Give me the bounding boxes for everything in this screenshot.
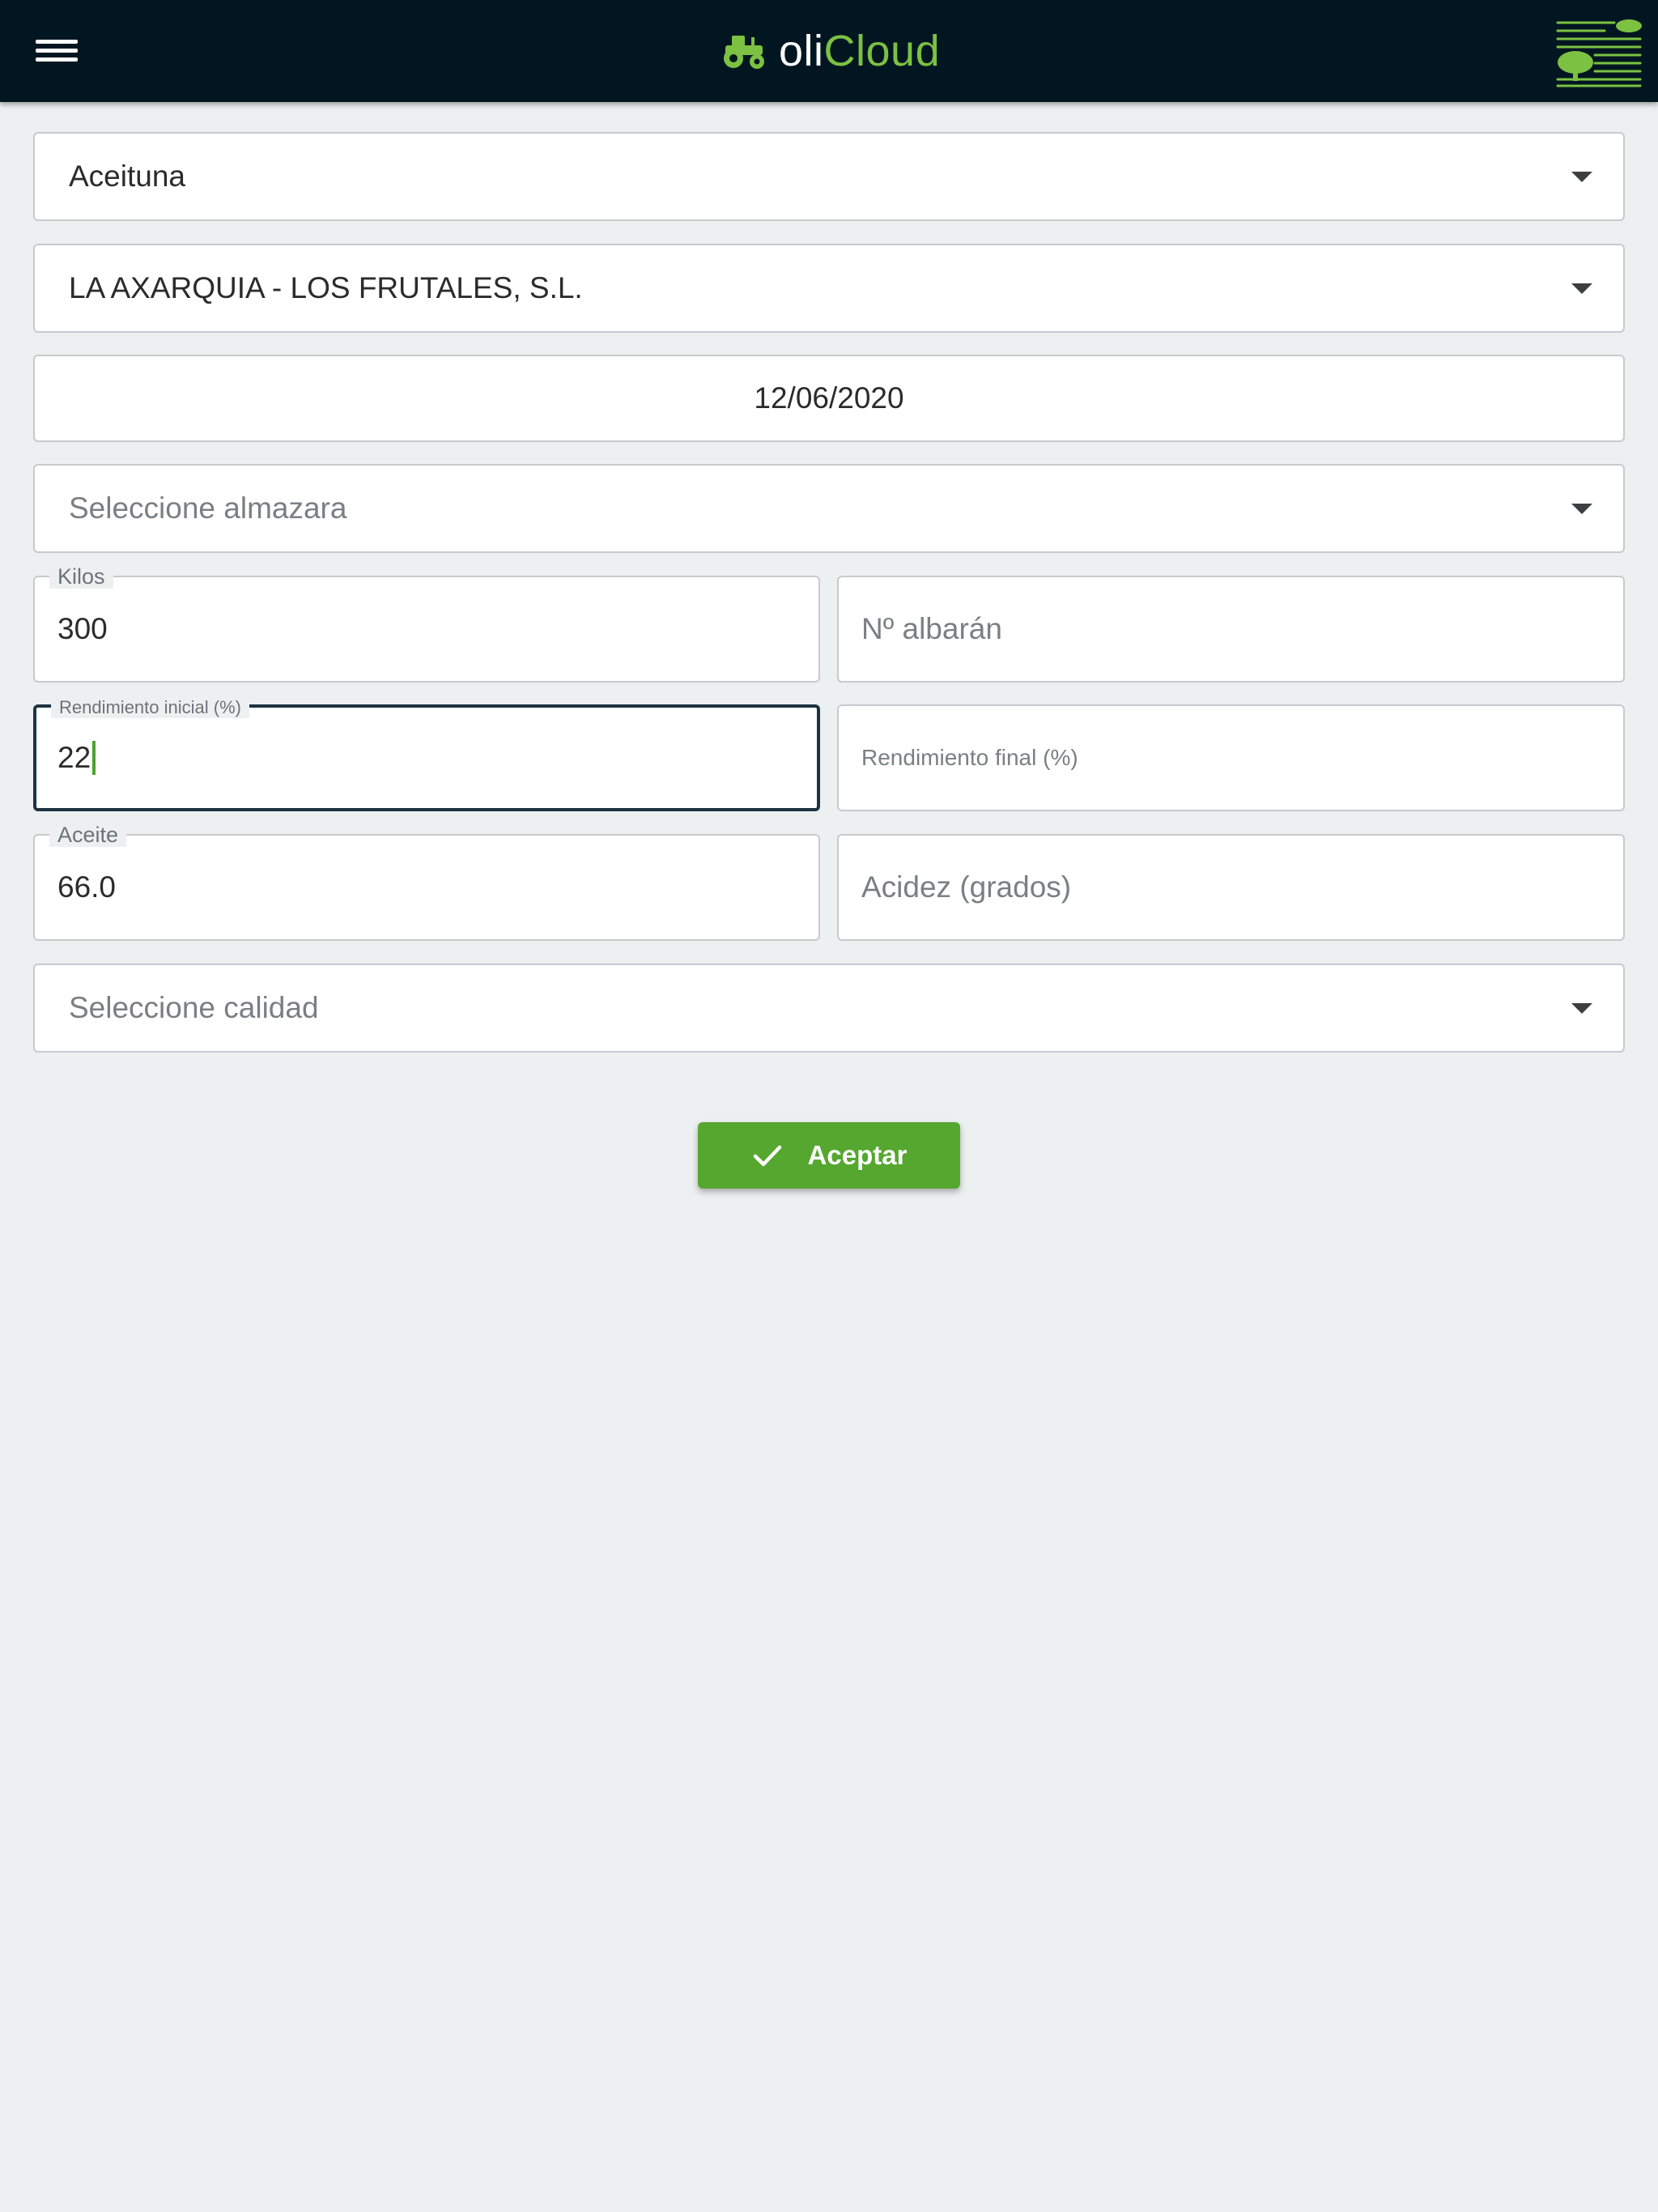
app-title-cloud: Cloud [823,27,941,75]
initial-yield-field[interactable]: Rendimiento inicial (%) 22 [33,697,820,811]
accept-button[interactable]: Aceptar [698,1122,960,1189]
chevron-down-icon [1571,1003,1592,1014]
company-select-value: LA AXARQUIA - LOS FRUTALES, S.L. [69,271,583,304]
delivery-note-placeholder: Nº albarán [861,612,1002,645]
check-icon [753,1145,781,1167]
kilos-value: 300 [57,612,108,645]
quality-select-placeholder: Seleccione calidad [69,991,319,1024]
acidity-placeholder: Acidez (grados) [861,870,1072,904]
product-select[interactable]: Aceituna [33,132,1625,221]
final-yield-field[interactable]: Rendimiento final (%) [837,704,1625,811]
date-field[interactable]: 12/06/2020 [33,355,1625,442]
initial-yield-value: 22 [57,741,91,774]
kilos-field[interactable]: Kilos 300 [33,564,820,683]
mill-select[interactable]: Seleccione almazara [33,464,1625,553]
chevron-down-icon [1571,283,1592,294]
app-header: oliCloud [0,0,1658,102]
chevron-down-icon [1571,504,1592,514]
olive-tree-field-icon [1556,19,1642,87]
oil-value: 66.0 [57,870,117,904]
text-cursor [92,741,96,775]
mill-select-placeholder: Seleccione almazara [69,491,347,525]
tractor-icon [724,36,764,69]
final-yield-placeholder: Rendimiento final (%) [861,745,1078,770]
app-logo: oliCloud [721,24,940,78]
chevron-down-icon [1571,172,1592,182]
oil-field[interactable]: Aceite 66.0 [33,823,820,941]
app-title-oli: oli [779,27,824,75]
accept-button-label: Aceptar [807,1140,908,1170]
company-select[interactable]: LA AXARQUIA - LOS FRUTALES, S.L. [33,244,1625,333]
acidity-field[interactable]: Acidez (grados) [837,834,1625,941]
app-title: oliCloud [779,24,940,78]
delivery-note-field[interactable]: Nº albarán [837,576,1625,683]
date-value: 12/06/2020 [754,381,904,415]
hamburger-menu-icon[interactable] [32,36,81,68]
initial-yield-input: 22 [57,708,96,808]
quality-select[interactable]: Seleccione calidad [33,963,1625,1053]
product-select-value: Aceituna [69,160,185,193]
